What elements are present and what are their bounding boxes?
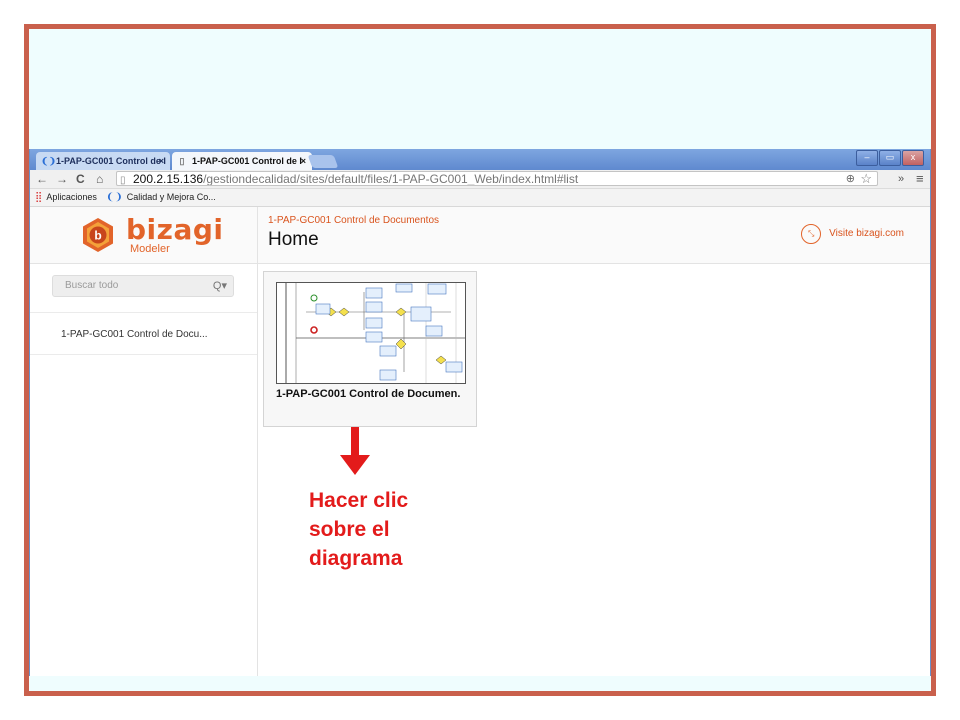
sidebar-divider xyxy=(30,354,257,355)
logo-subtitle: Modeler xyxy=(130,243,170,255)
new-tab-button[interactable] xyxy=(307,155,339,168)
bizagi-leaf-icon: ❨❩ xyxy=(41,156,57,166)
address-bar-row: ← → C ⌂ ▯ 200.2.15.136/gestiondecalidad/s… xyxy=(30,170,930,189)
url-field[interactable]: ▯ 200.2.15.136/gestiondecalidad/sites/def… xyxy=(116,171,878,186)
browser-window: ❨❩ 1-PAP-GC001 Control de I × ▯ 1-PAP-GC… xyxy=(29,149,931,676)
page-icon: ▯ xyxy=(179,156,185,166)
bizagi-logo-icon: b xyxy=(83,218,113,252)
diagram-card-label[interactable]: 1-PAP-GC001 Control de Documen. xyxy=(276,388,460,400)
bookmark-calidad[interactable]: ❨❩ Calidad y Mejora Co... xyxy=(106,189,216,206)
tab-2-label: 1-PAP-GC001 Control de I xyxy=(192,156,302,166)
tab-strip: ❨❩ 1-PAP-GC001 Control de I × ▯ 1-PAP-GC… xyxy=(30,149,930,170)
diagram-card[interactable]: 1-PAP-GC001 Control de Documen. xyxy=(263,271,477,427)
app-header: b bizagi Modeler 1-PAP-GC001 Control de … xyxy=(30,207,930,264)
tab-2-close-icon[interactable]: × xyxy=(301,152,306,170)
search-icon[interactable]: Q▾ xyxy=(213,276,227,296)
svg-text:b: b xyxy=(94,229,101,243)
bookmarks-bar: ⣿ Aplicaciones ❨❩ Calidad y Mejora Co... xyxy=(30,189,930,207)
maximize-button[interactable]: ▭ xyxy=(879,150,901,166)
forward-icon[interactable]: → xyxy=(56,171,68,187)
url-path: /gestiondecalidad/sites/default/files/1-… xyxy=(203,172,579,186)
annotation-line: diagrama xyxy=(309,547,403,570)
slide-frame: ❨❩ 1-PAP-GC001 Control de I × ▯ 1-PAP-GC… xyxy=(24,24,936,696)
expand-arrows-icon: ⤡ xyxy=(801,224,822,244)
zoom-icon[interactable]: ⊕ xyxy=(846,172,855,185)
extend-toolbar-icon[interactable]: » xyxy=(898,171,904,187)
process-name: 1-PAP-GC001 Control de Documentos xyxy=(268,215,440,226)
page-title: Home xyxy=(268,229,319,250)
bookmark-apps[interactable]: ⣿ Aplicaciones xyxy=(35,189,97,206)
search-placeholder: Buscar todo xyxy=(65,280,119,291)
bookmark-calidad-label: Calidad y Mejora Co... xyxy=(126,192,216,202)
visit-bizagi-link[interactable]: ⤡ Visite bizagi.com xyxy=(801,224,904,244)
bizagi-logo[interactable]: b bizagi Modeler xyxy=(30,207,258,263)
down-arrow-icon xyxy=(340,427,370,475)
window-controls: – ▭ x xyxy=(855,150,924,166)
tab-1[interactable]: ❨❩ 1-PAP-GC001 Control de I × xyxy=(36,152,170,170)
url-host: 200.2.15.136 xyxy=(133,172,204,186)
close-window-button[interactable]: x xyxy=(902,150,924,166)
visit-bizagi-label: Visite bizagi.com xyxy=(829,228,904,239)
sidebar-item-process[interactable]: 1-PAP-GC001 Control de Docu... xyxy=(61,329,208,340)
bookmark-star-icon[interactable]: ☆ xyxy=(860,172,872,185)
page-icon: ▯ xyxy=(120,175,126,186)
instruction-annotation: Hacer clic sobre el diagrama xyxy=(309,486,408,573)
annotation-line: sobre el xyxy=(309,518,390,541)
annotation-line: Hacer clic xyxy=(309,489,409,512)
home-icon[interactable]: ⌂ xyxy=(96,171,103,187)
apps-grid-icon: ⣿ xyxy=(35,192,43,203)
tab-1-close-icon[interactable]: × xyxy=(159,152,164,170)
minimize-button[interactable]: – xyxy=(856,150,878,166)
diagram-thumbnail[interactable] xyxy=(276,282,466,384)
bookmark-apps-label: Aplicaciones xyxy=(46,192,97,202)
search-input[interactable]: Buscar todo Q▾ xyxy=(52,275,234,297)
bizagi-leaf-icon: ❨❩ xyxy=(106,192,123,203)
menu-icon[interactable]: ≡ xyxy=(916,171,924,187)
sidebar-divider xyxy=(30,312,257,313)
logo-text: bizagi xyxy=(126,213,224,246)
reload-icon[interactable]: C xyxy=(76,171,85,187)
sidebar: Buscar todo Q▾ 1-PAP-GC001 Control de Do… xyxy=(30,264,258,676)
tab-2-active[interactable]: ▯ 1-PAP-GC001 Control de I × xyxy=(172,152,312,170)
back-icon[interactable]: ← xyxy=(36,171,48,187)
tab-1-label: 1-PAP-GC001 Control de I xyxy=(56,156,166,166)
